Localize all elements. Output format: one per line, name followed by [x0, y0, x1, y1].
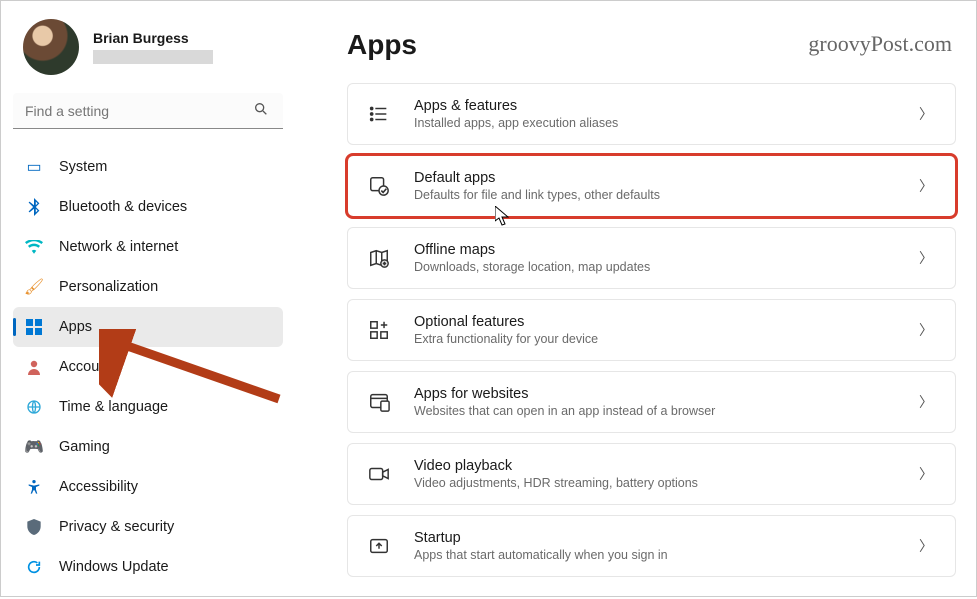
card-title: Offline maps	[414, 242, 897, 258]
apps-icon	[25, 318, 43, 336]
chevron-right-icon: 〉	[919, 320, 933, 340]
nav-item-apps[interactable]: Apps	[13, 307, 283, 347]
person-icon	[25, 358, 43, 376]
list-icon	[366, 101, 392, 127]
search-icon	[253, 101, 269, 122]
card-subtitle: Downloads, storage location, map updates	[414, 260, 897, 274]
card-title: Optional features	[414, 314, 897, 330]
optional-features-icon	[366, 317, 392, 343]
card-optional-features[interactable]: Optional features Extra functionality for…	[347, 299, 956, 361]
startup-icon	[366, 533, 392, 559]
nav-item-accounts[interactable]: Accounts	[13, 347, 283, 387]
chevron-right-icon: 〉	[919, 464, 933, 484]
apps-websites-icon	[366, 389, 392, 415]
card-title: Default apps	[414, 170, 897, 186]
card-subtitle: Apps that start automatically when you s…	[414, 548, 897, 562]
chevron-right-icon: 〉	[919, 176, 933, 196]
map-icon	[366, 245, 392, 271]
wifi-icon	[25, 238, 43, 256]
main-content: Apps Apps & featuresInstalled apps, app …	[311, 1, 976, 599]
watermark: groovyPost.com	[808, 31, 952, 57]
nav-item-windows-update[interactable]: Windows Update	[13, 547, 283, 587]
nav-item-time-language[interactable]: Time & language	[13, 387, 283, 427]
chevron-right-icon: 〉	[919, 248, 933, 268]
globe-icon	[25, 398, 43, 416]
profile-email-redacted	[93, 50, 213, 64]
sidebar: Brian Burgess ▭System Bluetooth & device…	[1, 1, 301, 596]
chevron-right-icon: 〉	[919, 104, 933, 124]
shield-icon	[25, 518, 43, 536]
card-title: Startup	[414, 530, 897, 546]
card-subtitle: Defaults for file and link types, other …	[414, 188, 897, 202]
chevron-right-icon: 〉	[919, 536, 933, 556]
card-subtitle: Websites that can open in an app instead…	[414, 404, 897, 418]
card-startup[interactable]: Startup Apps that start automatically whe…	[347, 515, 956, 577]
nav-item-system[interactable]: ▭System	[13, 147, 283, 187]
nav-item-bluetooth[interactable]: Bluetooth & devices	[13, 187, 283, 227]
nav-item-gaming[interactable]: 🎮Gaming	[13, 427, 283, 467]
card-subtitle: Video adjustments, HDR streaming, batter…	[414, 476, 897, 490]
nav-item-accessibility[interactable]: Accessibility	[13, 467, 283, 507]
update-icon	[25, 558, 43, 576]
avatar	[23, 19, 79, 75]
nav-item-network[interactable]: Network & internet	[13, 227, 283, 267]
card-offline-maps[interactable]: Offline maps Downloads, storage location,…	[347, 227, 956, 289]
search-container	[13, 93, 291, 129]
brush-icon: 🖌	[25, 278, 43, 296]
card-subtitle: Installed apps, app execution aliases	[414, 116, 897, 130]
video-icon	[366, 461, 392, 487]
card-title: Apps & features	[414, 98, 897, 114]
system-icon: ▭	[25, 158, 43, 176]
nav-list: ▭System Bluetooth & devices Network & in…	[13, 147, 301, 587]
search-input[interactable]	[13, 93, 283, 129]
bluetooth-icon	[25, 198, 43, 216]
card-subtitle: Extra functionality for your device	[414, 332, 897, 346]
card-title: Video playback	[414, 458, 897, 474]
card-apps-features[interactable]: Apps & features Installed apps, app execu…	[347, 83, 956, 145]
default-apps-icon	[366, 173, 392, 199]
card-default-apps[interactable]: Default apps Defaults for file and link t…	[347, 155, 956, 217]
profile-block[interactable]: Brian Burgess	[13, 13, 301, 93]
card-apps-websites[interactable]: Apps for websites Websites that can open …	[347, 371, 956, 433]
accessibility-icon	[25, 478, 43, 496]
profile-name: Brian Burgess	[93, 30, 213, 46]
card-title: Apps for websites	[414, 386, 897, 402]
nav-item-personalization[interactable]: 🖌Personalization	[13, 267, 283, 307]
nav-item-privacy[interactable]: Privacy & security	[13, 507, 283, 547]
chevron-right-icon: 〉	[919, 392, 933, 412]
gamepad-icon: 🎮	[25, 438, 43, 456]
card-video-playback[interactable]: Video playback Video adjustments, HDR str…	[347, 443, 956, 505]
